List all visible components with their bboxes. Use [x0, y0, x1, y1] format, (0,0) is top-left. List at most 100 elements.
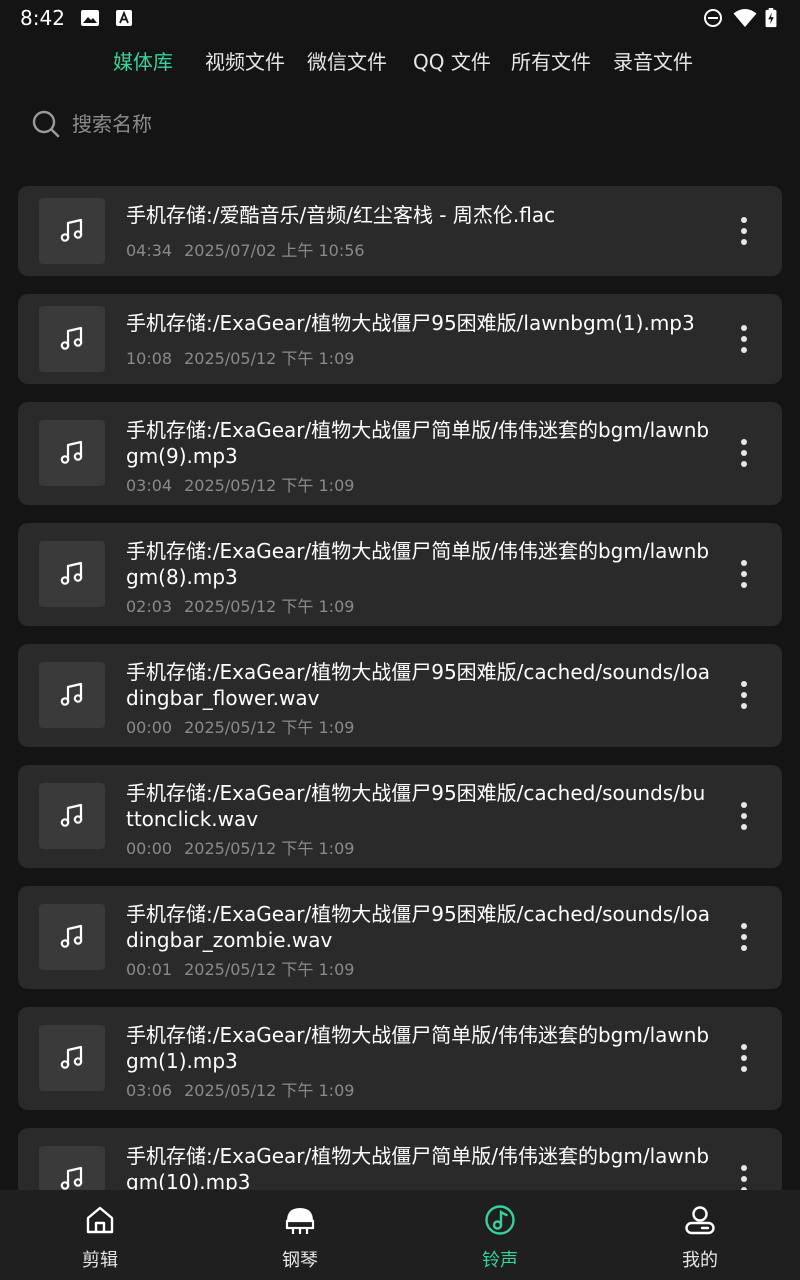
music-note-icon [60, 924, 83, 948]
music-note-icon [60, 1045, 83, 1069]
list-item[interactable]: 手机存储:/ExaGear/植物大战僵尸95困难版/cached/sounds/… [18, 765, 782, 868]
more-options-button[interactable] [730, 796, 758, 836]
tab-recording-files[interactable]: 录音文件 [613, 46, 693, 75]
tab-qq-files[interactable]: QQ 文件 [413, 46, 491, 75]
file-duration: 00:01 [126, 960, 173, 979]
tab-bar: 媒体库 视频文件 微信文件 QQ 文件 所有文件 录音文件 [0, 40, 800, 80]
list-item[interactable]: 手机存储:/ExaGear/植物大战僵尸95困难版/cached/sounds/… [18, 644, 782, 747]
nav-ringtone[interactable]: 铃声 [400, 1190, 600, 1280]
file-meta: 00:01 2025/05/12 下午 1:09 [126, 956, 354, 980]
dot [741, 681, 747, 687]
file-title: 手机存储:/ExaGear/植物大战僵尸简单版/伟伟迷套的bgm/lawnbgm… [126, 418, 710, 468]
file-title: 手机存储:/ExaGear/植物大战僵尸95困难版/cached/sounds/… [126, 781, 706, 831]
file-date: 2025/05/12 下午 1:09 [184, 718, 355, 737]
file-meta: 03:04 2025/05/12 下午 1:09 [126, 472, 354, 496]
dot [741, 325, 747, 331]
more-options-button[interactable] [730, 1159, 758, 1190]
file-duration: 04:34 [126, 241, 173, 260]
dot [741, 923, 747, 929]
more-options-button[interactable] [730, 1038, 758, 1078]
file-title: 手机存储:/ExaGear/植物大战僵尸95困难版/cached/sounds/… [126, 660, 710, 710]
app-root: 8:42 媒体库 视频文件 微信文件 QQ 文件 所有文件 录音文件 搜索名称 … [0, 0, 800, 1280]
list-item[interactable]: 手机存储:/ExaGear/植物大战僵尸95困难版/cached/sounds/… [18, 886, 782, 989]
nav-label: 铃声 [482, 1250, 518, 1271]
file-date: 2025/05/12 下午 1:09 [184, 1081, 355, 1100]
status-time: 8:42 [20, 6, 65, 30]
nav-mine[interactable]: 我的 [600, 1190, 800, 1280]
nav-piano[interactable]: 钢琴 [200, 1190, 400, 1280]
file-duration: 00:00 [126, 718, 173, 737]
file-thumbnail [39, 662, 105, 728]
nav-label: 钢琴 [282, 1250, 318, 1271]
file-meta: 04:34 2025/07/02 上午 10:56 [126, 237, 365, 261]
search-input[interactable] [72, 108, 752, 140]
dot [741, 1055, 747, 1061]
file-duration: 03:06 [126, 1081, 173, 1100]
dot [741, 336, 747, 342]
file-date: 2025/05/12 下午 1:09 [184, 960, 355, 979]
file-date: 2025/05/12 下午 1:09 [184, 597, 355, 616]
image-notification-icon [81, 10, 99, 26]
search-bar [30, 104, 770, 148]
dot [741, 450, 747, 456]
dot [741, 560, 747, 566]
nav-edit[interactable]: 剪辑 [0, 1190, 200, 1280]
file-meta: 00:00 2025/05/12 下午 1:09 [126, 835, 354, 859]
file-duration: 03:04 [126, 476, 173, 495]
ringtone-music-icon [485, 1205, 515, 1235]
file-title: 手机存储:/ExaGear/植物大战僵尸简单版/伟伟迷套的bgm/lawnbgm… [126, 1023, 710, 1073]
more-options-button[interactable] [730, 211, 758, 251]
list-item[interactable]: 手机存储:/ExaGear/植物大战僵尸95困难版/lawnbgm(1).mp3… [18, 294, 782, 384]
file-thumbnail [39, 198, 105, 264]
home-icon [86, 1206, 114, 1234]
file-meta: 03:06 2025/05/12 下午 1:09 [126, 1077, 354, 1101]
tab-wechat-files[interactable]: 微信文件 [307, 46, 387, 75]
music-note-icon [60, 561, 83, 585]
dot [741, 1176, 747, 1182]
more-options-button[interactable] [730, 675, 758, 715]
status-bar: 8:42 [0, 0, 800, 36]
list-item[interactable]: 手机存储:/ExaGear/植物大战僵尸简单版/伟伟迷套的bgm/lawnbgm… [18, 402, 782, 505]
dot [741, 582, 747, 588]
battery-charging-icon [765, 8, 777, 28]
tab-all-files[interactable]: 所有文件 [511, 46, 591, 75]
tab-media-library[interactable]: 媒体库 [113, 46, 173, 75]
file-thumbnail [39, 904, 105, 970]
dot [741, 802, 747, 808]
file-thumbnail [39, 306, 105, 372]
file-title: 手机存储:/ExaGear/植物大战僵尸95困难版/lawnbgm(1).mp3 [126, 311, 695, 335]
file-title: 手机存储:/ExaGear/植物大战僵尸简单版/伟伟迷套的bgm/lawnbgm… [126, 1144, 710, 1190]
search-icon [32, 110, 60, 138]
music-note-icon [60, 803, 83, 827]
music-note-icon [60, 440, 83, 464]
file-list: 手机存储:/爱酷音乐/音频/红尘客栈 - 周杰伦.flac 04:34 2025/… [0, 186, 800, 1190]
nav-label: 剪辑 [82, 1250, 118, 1271]
more-options-button[interactable] [730, 917, 758, 957]
dot [741, 945, 747, 951]
list-item[interactable]: 手机存储:/爱酷音乐/音频/红尘客栈 - 周杰伦.flac 04:34 2025/… [18, 186, 782, 276]
bottom-navigation: 剪辑 钢琴 铃声 我的 [0, 1190, 800, 1280]
nav-label: 我的 [682, 1250, 718, 1271]
music-note-icon [60, 218, 83, 242]
file-meta: 02:03 2025/05/12 下午 1:09 [126, 593, 354, 617]
dot [741, 239, 747, 245]
more-options-button[interactable] [730, 433, 758, 473]
more-options-button[interactable] [730, 319, 758, 359]
file-thumbnail [39, 541, 105, 607]
file-title: 手机存储:/ExaGear/植物大战僵尸95困难版/cached/sounds/… [126, 902, 710, 952]
dot [741, 571, 747, 577]
wifi-icon [733, 9, 757, 27]
dot [741, 1165, 747, 1171]
file-title: 手机存储:/爱酷音乐/音频/红尘客栈 - 周杰伦.flac [126, 203, 556, 227]
list-item[interactable]: 手机存储:/ExaGear/植物大战僵尸简单版/伟伟迷套的bgm/lawnbgm… [18, 1007, 782, 1110]
dot [741, 934, 747, 940]
app-notification-icon [116, 10, 132, 26]
file-thumbnail [39, 1025, 105, 1091]
tab-video-files[interactable]: 视频文件 [205, 46, 285, 75]
file-thumbnail [39, 1146, 105, 1190]
more-options-button[interactable] [730, 554, 758, 594]
list-item[interactable]: 手机存储:/ExaGear/植物大战僵尸简单版/伟伟迷套的bgm/lawnbgm… [18, 523, 782, 626]
list-item[interactable]: 手机存储:/ExaGear/植物大战僵尸简单版/伟伟迷套的bgm/lawnbgm… [18, 1128, 782, 1190]
dot [741, 824, 747, 830]
dot [741, 347, 747, 353]
